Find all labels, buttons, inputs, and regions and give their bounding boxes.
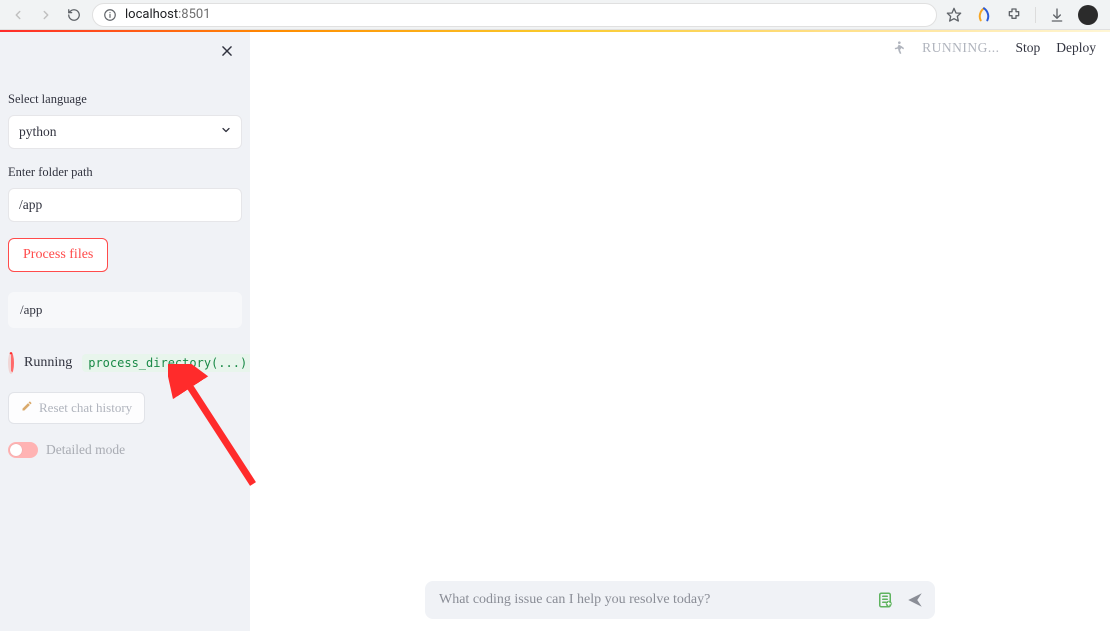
sidebar-close-button[interactable] — [218, 42, 236, 60]
running-man-icon — [890, 40, 906, 56]
running-function: process_directory(...) — [82, 354, 253, 372]
attach-file-icon[interactable] — [875, 590, 895, 610]
extensions-icon[interactable] — [1005, 6, 1023, 24]
stop-button[interactable]: Stop — [1015, 40, 1040, 56]
toolbar-divider — [1035, 7, 1036, 23]
pencil-icon — [21, 400, 33, 416]
running-status-row: Running process_directory(...) . — [8, 352, 242, 374]
reset-chat-button[interactable]: Reset chat history — [8, 392, 145, 424]
nav-back-button[interactable] — [8, 5, 28, 25]
process-files-button[interactable]: Process files — [8, 238, 108, 272]
main-area: RUNNING... Stop Deploy — [250, 32, 1110, 631]
detailed-mode-label: Detailed mode — [46, 442, 125, 458]
folder-label: Enter folder path — [8, 165, 242, 180]
language-value: python — [19, 124, 57, 140]
sidebar: Select language python Enter folder path… — [0, 32, 250, 631]
nav-forward-button[interactable] — [36, 5, 56, 25]
download-icon[interactable] — [1048, 6, 1066, 24]
language-select[interactable]: python — [8, 115, 242, 149]
detailed-mode-toggle[interactable] — [8, 442, 38, 458]
detailed-mode-row: Detailed mode — [8, 442, 242, 458]
folder-path-input[interactable] — [8, 188, 242, 222]
app-status-bar: RUNNING... Stop Deploy — [890, 40, 1096, 56]
site-info-icon[interactable] — [103, 8, 117, 22]
deploy-button[interactable]: Deploy — [1056, 40, 1096, 56]
browser-toolbar: localhost:8501 — [0, 0, 1110, 30]
reset-chat-label: Reset chat history — [39, 400, 132, 416]
url-host: localhost — [125, 7, 178, 22]
url-port: :8501 — [178, 7, 210, 22]
app-logo-icon[interactable] — [975, 6, 993, 24]
bookmark-star-icon[interactable] — [945, 6, 963, 24]
language-label: Select language — [8, 92, 242, 107]
chat-input-bar — [425, 581, 935, 619]
chat-text-input[interactable] — [439, 592, 865, 608]
running-label: Running — [24, 355, 72, 371]
address-bar[interactable]: localhost:8501 — [92, 3, 937, 27]
nav-reload-button[interactable] — [64, 5, 84, 25]
status-running: RUNNING... — [922, 40, 999, 56]
profile-avatar[interactable] — [1078, 5, 1098, 25]
send-icon[interactable] — [905, 590, 925, 610]
spinner-icon — [8, 352, 14, 374]
path-display: /app — [8, 292, 242, 328]
toolbar-right — [945, 5, 1102, 25]
